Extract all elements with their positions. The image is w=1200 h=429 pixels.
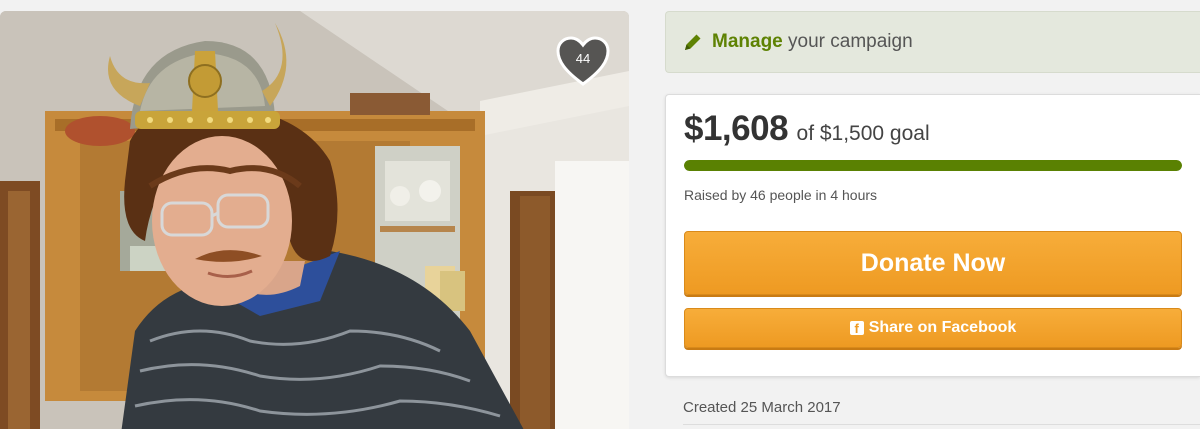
- raised-by-text: Raised by 46 people in 4 hours: [684, 187, 878, 203]
- share-facebook-button[interactable]: f Share on Facebook: [684, 308, 1182, 348]
- campaign-photo: 44: [0, 11, 629, 429]
- manage-strong: Manage: [712, 31, 783, 52]
- facebook-icon: f: [849, 321, 864, 336]
- progress-bar: [684, 160, 1182, 171]
- donation-card: $1,608 of $1,500 goal Raised by 46 peopl…: [665, 94, 1200, 377]
- raised-amount: $1,608: [684, 109, 789, 148]
- progress-fill: [684, 160, 1182, 171]
- favorite-button[interactable]: 44: [555, 36, 611, 88]
- manage-campaign-link[interactable]: Manage your campaign: [665, 11, 1200, 73]
- donate-now-button[interactable]: Donate Now: [684, 231, 1182, 295]
- pencil-icon: [685, 34, 701, 50]
- share-label: Share on Facebook: [868, 319, 1017, 336]
- manage-label: Manage your campaign: [712, 31, 913, 53]
- manage-rest: your campaign: [788, 31, 913, 52]
- goal-text: of $1,500 goal: [796, 122, 930, 145]
- divider: [683, 424, 1200, 425]
- created-date: Created 25 March 2017: [683, 399, 841, 416]
- raised-summary: $1,608 of $1,500 goal: [684, 109, 930, 149]
- heart-count: 44: [575, 51, 591, 66]
- campaign-page: 44 Manage your campaign $1,608 of $1,500…: [0, 0, 1200, 429]
